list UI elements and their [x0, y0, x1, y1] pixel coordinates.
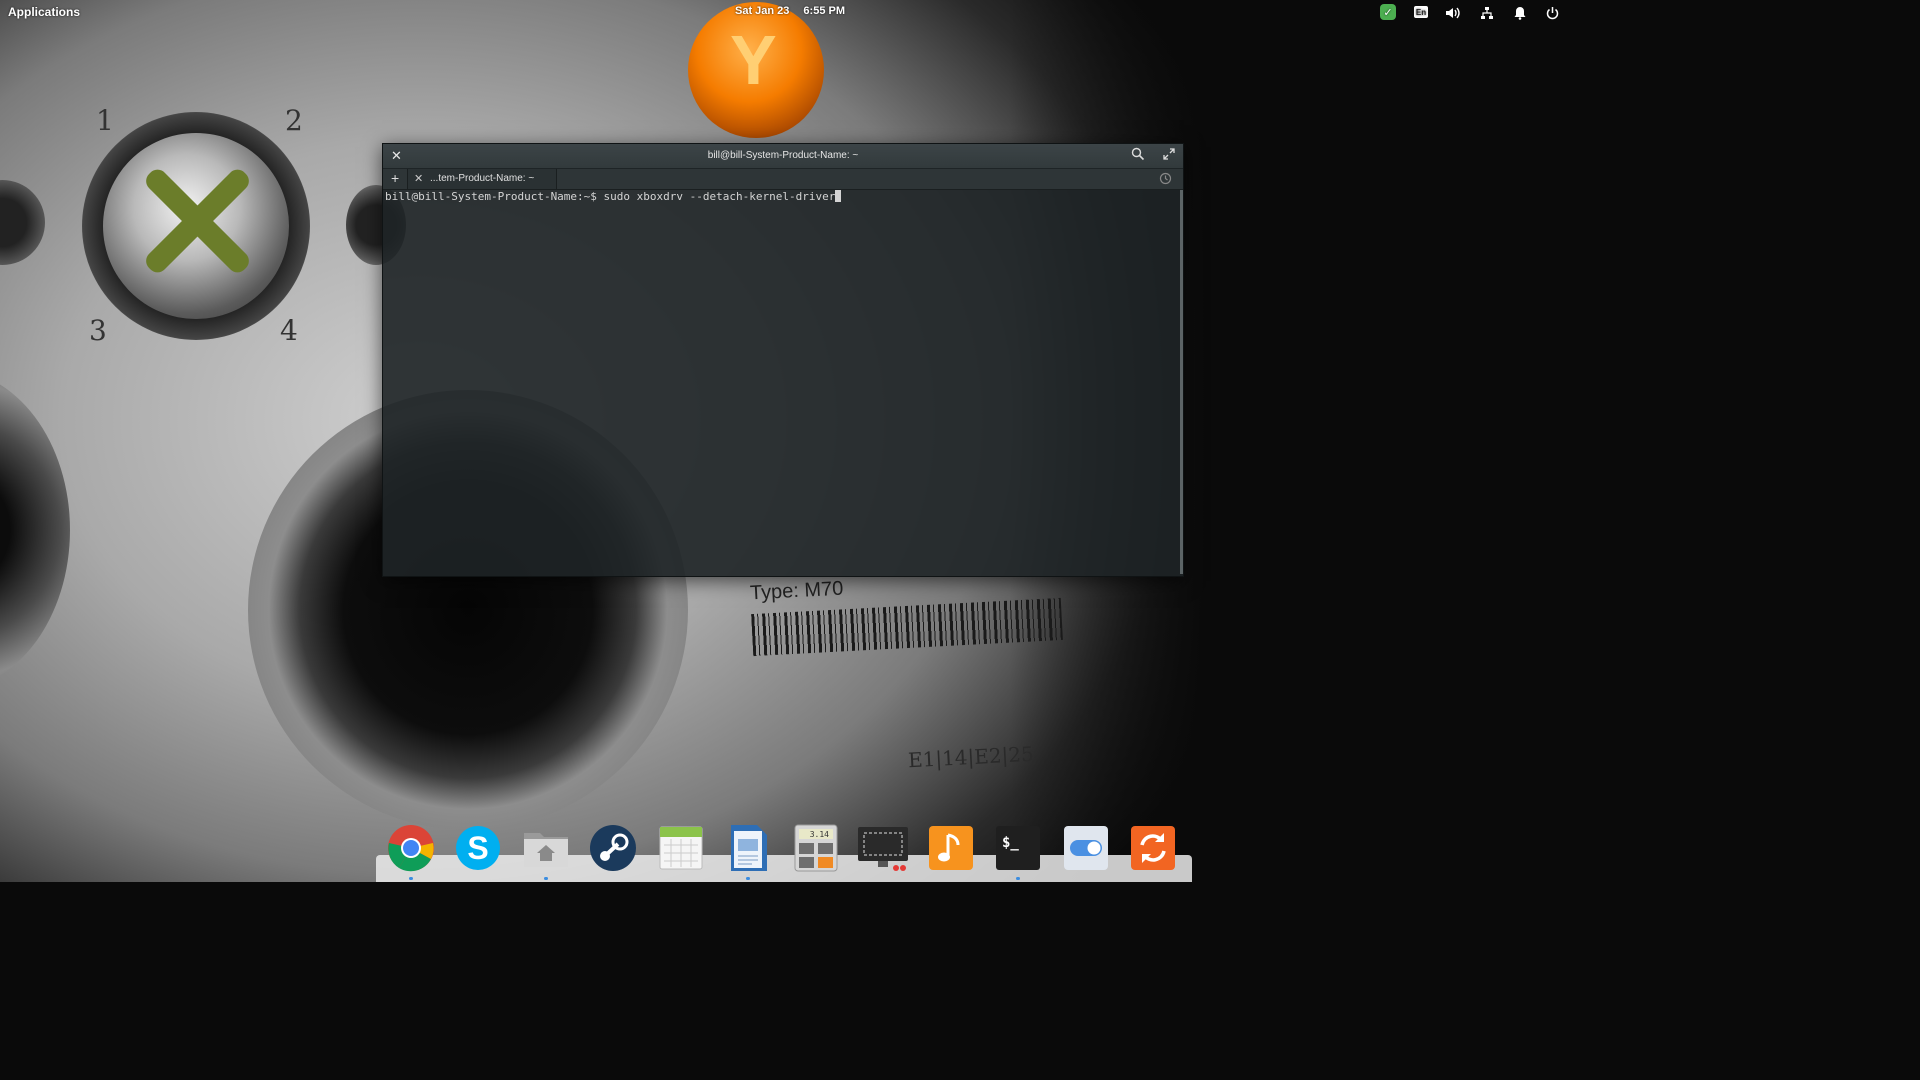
steam-icon — [590, 825, 636, 871]
tab-label: ...tem-Product-Name: ~ — [430, 173, 535, 184]
dock-item-steam[interactable] — [586, 820, 640, 876]
history-icon[interactable] — [1159, 172, 1172, 190]
wallpaper-number-3: 3 — [89, 314, 107, 347]
wallpaper-y-letter: Y — [730, 21, 777, 99]
shell-prompt: bill@bill-System-Product-Name:~$ — [385, 190, 604, 203]
document-icon — [731, 825, 767, 871]
command-text: sudo xboxdrv --detach-kernel-driver — [603, 190, 836, 203]
dock-item-files[interactable] — [519, 820, 573, 880]
wallpaper-number-2: 2 — [285, 104, 303, 137]
terminal-icon: $_ — [996, 826, 1040, 870]
toggle-icon — [1064, 826, 1108, 870]
command-line: bill@bill-System-Product-Name:~$ sudo xb… — [385, 190, 842, 203]
dock-item-calendar[interactable] — [654, 820, 708, 876]
music-icon — [929, 826, 973, 870]
terminal-window[interactable]: ✕ bill@bill-System-Product-Name: ~ + ✕ .… — [382, 143, 1184, 577]
clock-time: 6:55 PM — [803, 5, 845, 17]
dock-item-terminal[interactable]: $_ — [991, 820, 1045, 880]
top-panel: Applications Sat Jan 23 6:55 PM ✓ En — [0, 0, 1568, 24]
add-tab-icon[interactable]: + — [391, 170, 399, 186]
clock[interactable]: Sat Jan 23 6:55 PM — [735, 5, 859, 17]
dock-item-document-viewer[interactable] — [721, 820, 775, 880]
power-icon[interactable] — [1543, 4, 1561, 22]
bell-icon[interactable] — [1511, 4, 1529, 22]
chrome-icon — [388, 825, 434, 872]
maximize-icon[interactable] — [1163, 148, 1175, 163]
wallpaper-number-4: 4 — [280, 314, 298, 347]
text-cursor — [835, 190, 842, 202]
dock-item-skype[interactable]: S — [451, 820, 505, 876]
skype-icon: S — [456, 826, 500, 870]
dock: S 3.14 $_ — [380, 820, 1188, 882]
check-shield-icon[interactable]: ✓ — [1380, 4, 1396, 20]
running-indicator — [544, 877, 548, 880]
dock-item-system-settings[interactable] — [1059, 820, 1113, 876]
terminal-tab[interactable]: ✕ ...tem-Product-Name: ~ — [407, 169, 557, 189]
network-icon[interactable] — [1478, 4, 1496, 22]
wallpaper-back-button — [0, 180, 45, 265]
home-folder-icon — [524, 833, 568, 867]
terminal-titlebar[interactable]: ✕ bill@bill-System-Product-Name: ~ — [383, 144, 1183, 169]
dock-item-software-update[interactable] — [1126, 820, 1180, 876]
search-icon[interactable] — [1131, 147, 1145, 166]
wallpaper-number-1: 1 — [96, 104, 114, 137]
screenshot-icon — [858, 827, 908, 871]
dock-item-chrome[interactable] — [384, 820, 438, 880]
update-icon — [1131, 826, 1175, 870]
tab-close-icon[interactable]: ✕ — [414, 172, 423, 185]
calculator-icon: 3.14 — [794, 824, 838, 872]
dock-item-calculator[interactable]: 3.14 — [789, 820, 843, 876]
clock-date: Sat Jan 23 — [735, 5, 790, 17]
volume-icon[interactable] — [1444, 4, 1462, 22]
terminal-output[interactable]: bill@bill-System-Product-Name:~$ sudo xb… — [385, 190, 1179, 574]
keyboard-layout-indicator[interactable]: En — [1414, 6, 1428, 18]
wallpaper-type-label: Type: M70 — [749, 577, 844, 605]
applications-menu[interactable]: Applications — [8, 5, 80, 19]
tab-bar: + ✕ ...tem-Product-Name: ~ — [383, 169, 1183, 190]
wallpaper-left-stick — [0, 370, 70, 690]
calendar-icon — [659, 826, 703, 870]
scrollbar[interactable] — [1180, 190, 1183, 574]
running-indicator — [409, 877, 413, 880]
dock-item-music[interactable] — [924, 820, 978, 876]
svg-text:S: S — [467, 830, 488, 866]
calculator-display: 3.14 — [810, 830, 829, 839]
running-indicator — [1016, 877, 1020, 880]
terminal-glyph: $_ — [1002, 835, 1019, 851]
window-title: bill@bill-System-Product-Name: ~ — [707, 150, 859, 161]
running-indicator — [746, 877, 750, 880]
dock-item-screenshot[interactable] — [856, 820, 910, 876]
